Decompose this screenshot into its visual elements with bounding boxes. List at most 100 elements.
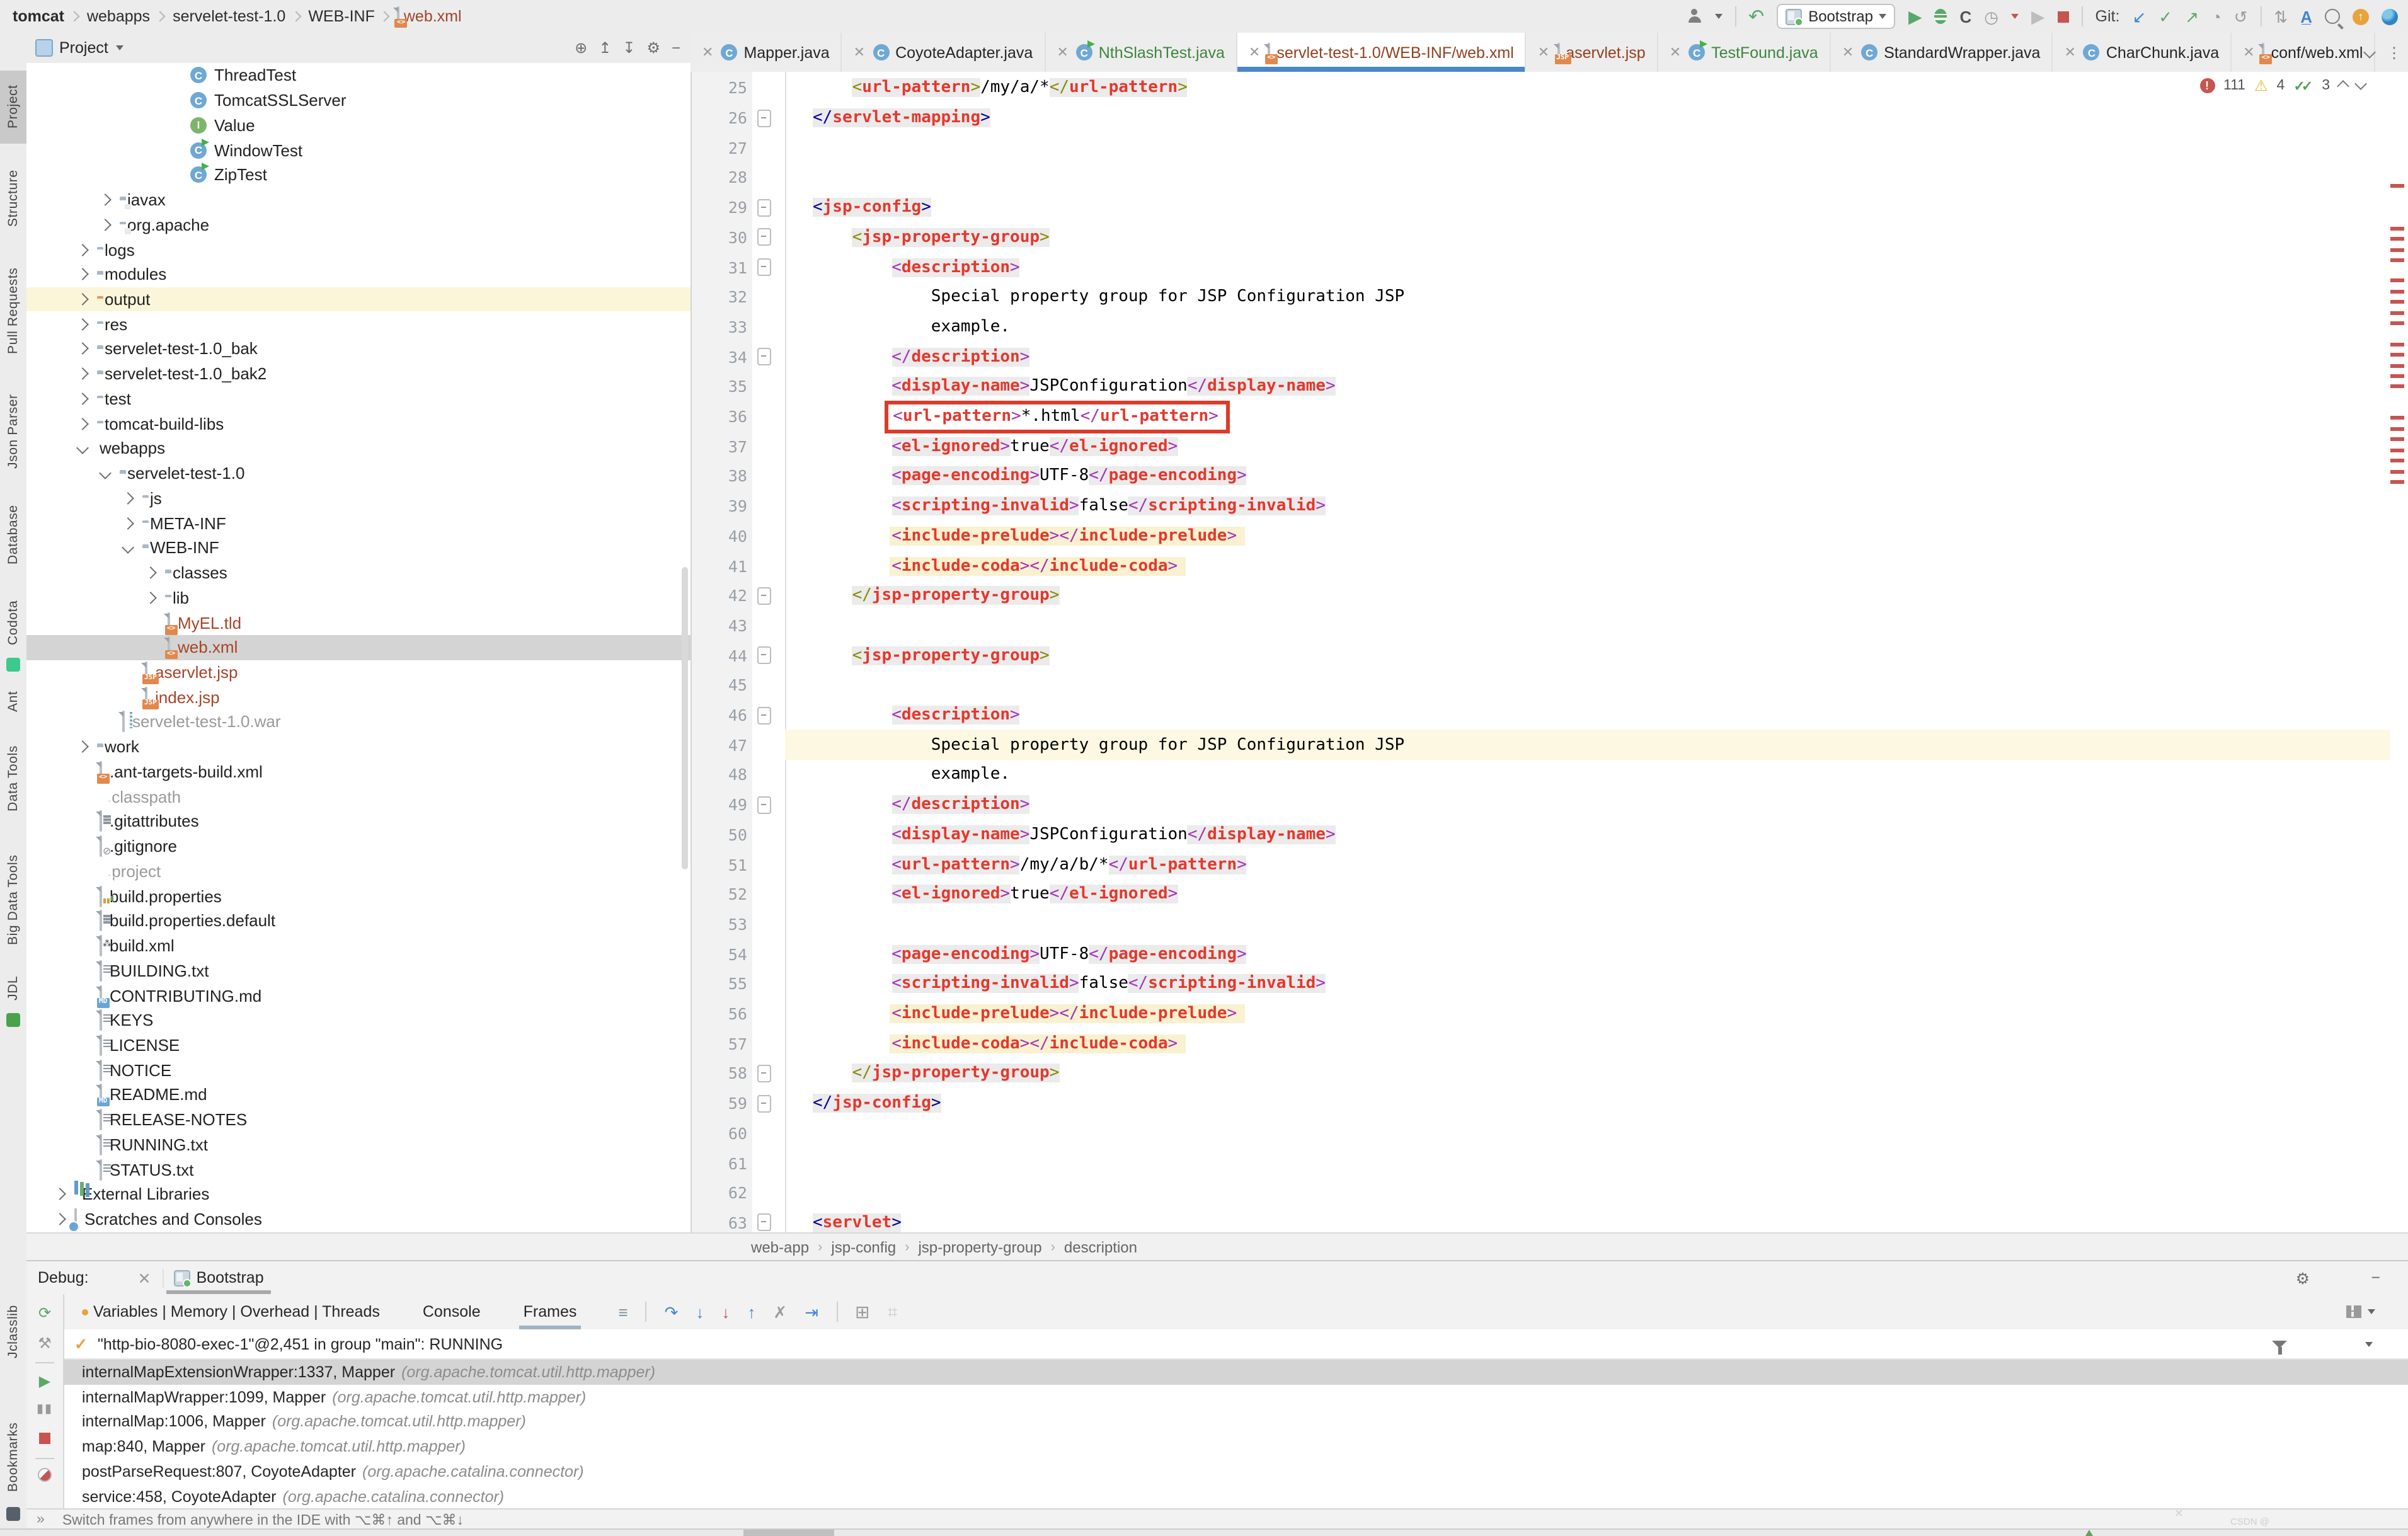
editor-tab[interactable]: ✕JSPaservlet.jsp [1527, 33, 1658, 72]
breadcrumb-item[interactable]: webapps [87, 8, 150, 25]
tree-row[interactable]: Scratches and Consoles [26, 1207, 691, 1232]
tree-row[interactable]: js [26, 486, 691, 510]
breadcrumb-item[interactable]: tomcat [13, 8, 64, 25]
tree-row[interactable]: servelet-test-1.0 [26, 461, 691, 486]
error-stripe-mark[interactable] [2390, 374, 2404, 378]
tree-row[interactable]: WEB-INF [26, 536, 691, 560]
profiler-icon[interactable]: ◷ [1984, 8, 1998, 25]
git-history-icon[interactable]: ◔ [2211, 8, 2222, 25]
tree-row[interactable]: tomcat-build-libs [26, 411, 691, 436]
tree-row[interactable]: .gitattributes [26, 809, 691, 834]
tree-row[interactable]: CZipTest [26, 163, 691, 187]
stop-button[interactable] [2058, 11, 2069, 22]
fold-marker-icon[interactable] [757, 258, 771, 276]
chevron-right-icon[interactable] [99, 193, 112, 206]
fold-marker-icon[interactable] [757, 1094, 771, 1112]
code-line[interactable]: 30<jsp-property-group> [692, 222, 2408, 252]
error-stripe-mark[interactable] [2390, 353, 2404, 357]
fold-marker-icon[interactable] [757, 646, 771, 664]
error-stripe-mark[interactable] [2390, 449, 2404, 452]
breadcrumb-item[interactable]: WEB-INF [308, 8, 375, 25]
code-editor[interactable]: 25<url-pattern>/my/a/*</url-pattern>26</… [692, 72, 2408, 1232]
fold-marker-icon[interactable] [757, 587, 771, 604]
tree-row[interactable]: work [26, 735, 691, 759]
tree-row[interactable]: webapps [26, 436, 691, 461]
sidebar-item-pull-requests[interactable]: Pull Requests [0, 255, 26, 368]
thread-row[interactable]: ✓ "http-bio-8080-exec-1"@2,451 in group … [64, 1329, 2408, 1360]
back-arrow-icon[interactable]: ↶ [1748, 7, 1764, 26]
sidebar-item-project[interactable]: Project [0, 71, 26, 144]
sidebar-item-structure[interactable]: Structure [0, 156, 26, 239]
code-line[interactable]: 55<scripting-invalid>false</scripting-in… [692, 969, 2408, 999]
tree-row[interactable]: KEYS [26, 1008, 691, 1033]
step-into-icon[interactable]: ↓ [696, 1304, 704, 1320]
fold-marker-icon[interactable] [757, 796, 771, 813]
tab-console[interactable]: Console [419, 1294, 484, 1329]
editor-tab[interactable]: ✕CTestFound.java [1658, 33, 1831, 72]
code-line[interactable]: 54<page-encoding>UTF-8</page-encoding> [692, 939, 2408, 969]
stack-frame-row[interactable]: internalMapWrapper:1099, Mapper(org.apac… [64, 1385, 2408, 1410]
chevron-right-icon[interactable] [122, 492, 134, 505]
stack-frame-row[interactable]: internalMap:1006, Mapper(org.apache.tomc… [64, 1409, 2408, 1435]
hide-panel-icon[interactable]: − [672, 39, 680, 57]
breadcrumb-item[interactable]: servelet-test-1.0 [173, 8, 285, 25]
tree-row[interactable]: <>.ant-targets-build.xml [26, 759, 691, 784]
code-line[interactable]: 56<include-prelude></include-prelude> [692, 999, 2408, 1028]
code-line[interactable]: 33example. [692, 312, 2408, 341]
code-line[interactable]: 47Special property group for JSP Configu… [692, 730, 2408, 760]
translate-icon[interactable]: A̲ [2300, 8, 2312, 25]
error-stripe-mark[interactable] [2390, 184, 2404, 188]
sidebar-item-bookmarks[interactable]: Bookmarks [0, 1414, 26, 1499]
fold-marker-icon[interactable] [757, 348, 771, 365]
tree-row[interactable]: BUILDING.txt [26, 958, 691, 983]
error-stripe-mark[interactable] [2390, 364, 2404, 368]
project-dropdown-icon[interactable] [116, 45, 123, 50]
project-scrollbar[interactable] [682, 567, 688, 869]
tree-row[interactable]: RUNNING.txt [26, 1132, 691, 1157]
rerun-icon[interactable]: ⟳ [26, 1304, 63, 1322]
code-line[interactable]: 58</jsp-property-group> [692, 1058, 2408, 1088]
stack-frame-row[interactable]: service:458, CoyoteAdapter(org.apache.ca… [64, 1484, 2408, 1510]
error-stripe-mark[interactable] [2390, 300, 2404, 304]
tree-row[interactable]: res [26, 312, 691, 336]
chevron-right-icon[interactable] [76, 367, 89, 380]
error-stripe-mark[interactable] [2390, 227, 2404, 231]
tree-row[interactable]: External Libraries [26, 1182, 691, 1206]
sidebar-item-jclasslib[interactable]: Jclasslib [0, 1293, 26, 1371]
editor-tab[interactable]: ✕<>conf/web.xml [2232, 33, 2375, 72]
sidebar-item-codota[interactable]: Codota [0, 590, 26, 655]
sidebar-item-data-tools[interactable]: Data Tools [0, 733, 26, 824]
tree-row[interactable]: MDCONTRIBUTING.md [26, 983, 691, 1007]
code-line[interactable]: 52<el-ignored>true</el-ignored> [692, 880, 2408, 909]
code-line[interactable]: 43 [692, 610, 2408, 640]
tree-row[interactable]: LICENSE [26, 1033, 691, 1057]
compare-icon[interactable]: ⇅ [2274, 8, 2288, 25]
git-update-icon[interactable]: ↙ [2132, 8, 2146, 25]
breadcrumb-item[interactable]: <>web.xml [398, 8, 462, 25]
evaluate-expression-icon[interactable]: ⊞ [855, 1303, 869, 1321]
tree-row[interactable]: lib [26, 585, 691, 610]
tree-row[interactable]: CWindowTest [26, 137, 691, 162]
filter-icon[interactable] [2272, 1340, 2287, 1348]
tree-row[interactable]: build.properties.default [26, 908, 691, 933]
breadcrumb[interactable]: tomcat webapps servelet-test-1.0 WEB-INF <>w… [0, 8, 462, 25]
fold-marker-icon[interactable] [757, 229, 771, 246]
code-line[interactable]: 41<include-coda></include-coda> [692, 551, 2408, 580]
error-stripe-mark[interactable] [2390, 290, 2404, 294]
chevron-down-icon[interactable] [99, 467, 112, 479]
code-line[interactable]: 26</servlet-mapping> [692, 103, 2408, 132]
close-tab-icon[interactable]: ✕ [1249, 44, 1260, 60]
git-rollback-icon[interactable]: ↺ [2234, 8, 2248, 25]
editor-tab[interactable]: ✕CStandardWrapper.java [1831, 33, 2053, 72]
debug-session-tab[interactable]: Bootstrap [164, 1261, 274, 1294]
upload-icon[interactable]: ↑ [2353, 8, 2369, 25]
ok-count[interactable]: 3 [2322, 78, 2330, 93]
error-stripe-mark[interactable] [2390, 311, 2404, 315]
code-line[interactable]: 63<servlet> [692, 1208, 2408, 1232]
tree-row[interactable]: META-INF [26, 510, 691, 535]
code-line[interactable]: 32Special property group for JSP Configu… [692, 282, 2408, 312]
debug-settings-gear-icon[interactable]: ⚙ [2296, 1268, 2310, 1287]
warning-count[interactable]: 4 [2277, 78, 2285, 93]
fold-marker-icon[interactable] [757, 1065, 771, 1082]
chevron-right-icon[interactable] [76, 318, 89, 331]
